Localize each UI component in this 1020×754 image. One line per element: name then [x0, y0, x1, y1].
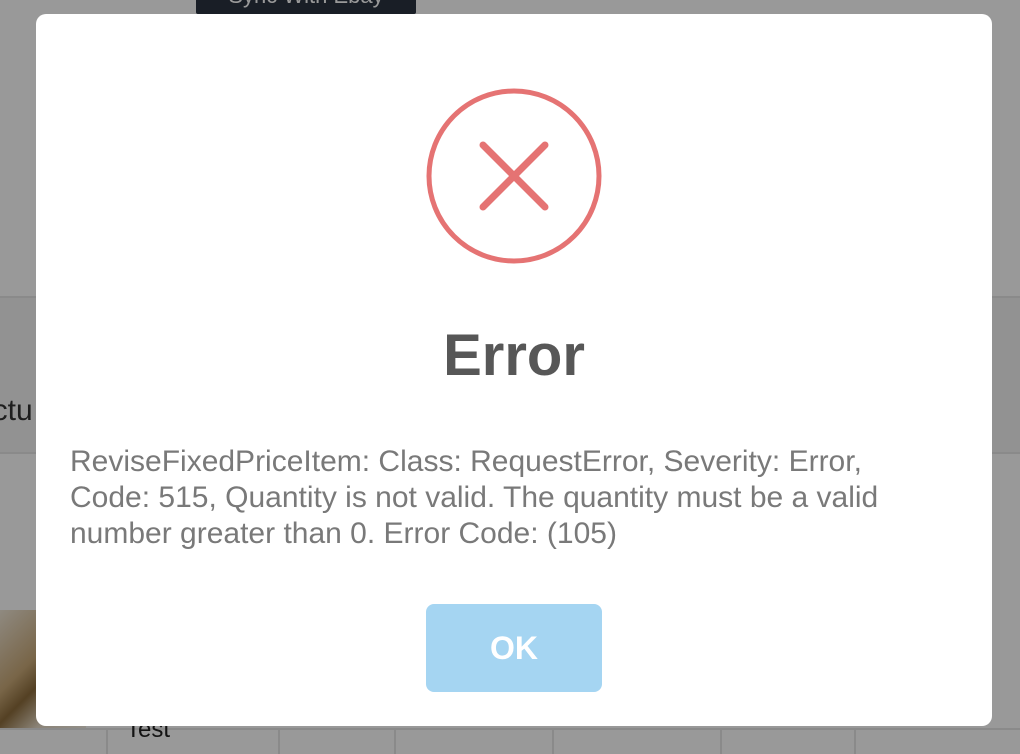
dialog-message: ReviseFixedPriceItem: Class: RequestErro… [70, 445, 879, 550]
dialog-title: Error [443, 323, 585, 388]
page: Sync With Ebay ictu Test Error ReviseFix… [0, 0, 1020, 754]
ok-button[interactable]: OK [426, 604, 602, 692]
error-dialog: Error ReviseFixedPriceItem: Class: Reque… [36, 14, 992, 726]
error-x-circle-icon [426, 88, 602, 264]
